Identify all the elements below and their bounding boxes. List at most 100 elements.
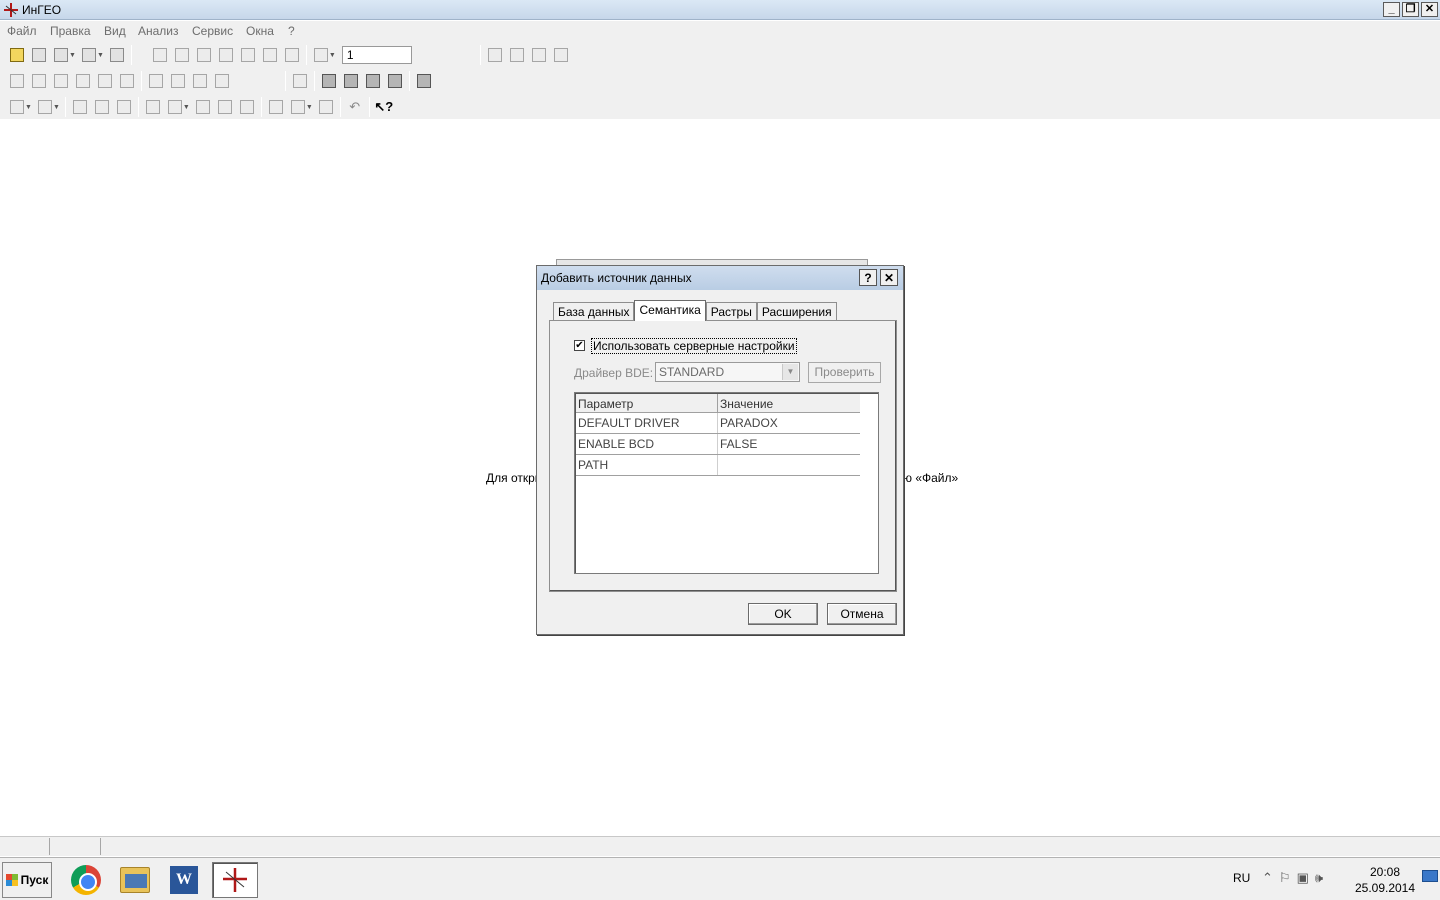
tab-extensions[interactable]: Расширения (756, 302, 837, 321)
bde-driver-label: Драйвер BDE: (574, 366, 654, 380)
legend-icon[interactable] (315, 96, 337, 118)
param-value-cell[interactable]: FALSE (720, 437, 757, 451)
vertex-delete-icon[interactable] (236, 96, 258, 118)
tab-database[interactable]: База данных (553, 302, 635, 321)
split-icon[interactable] (142, 96, 164, 118)
grid-header-value[interactable]: Значение (720, 397, 773, 411)
menu-service[interactable]: Сервис (192, 24, 233, 38)
main-hint-right: ю «Файл» (903, 471, 959, 485)
network-icon[interactable]: ▣ (1297, 870, 1309, 886)
cancel-button[interactable]: Отмена (827, 603, 897, 625)
start-label: Пуск (20, 873, 49, 887)
use-server-settings-checkbox[interactable]: ✔ (574, 340, 585, 351)
grid-header-parameter[interactable]: Параметр (578, 397, 633, 411)
selection-filter-icon[interactable] (211, 70, 233, 92)
pan-hand-icon[interactable] (171, 44, 193, 66)
table-row[interactable]: DEFAULT DRIVER PARADOX (576, 413, 860, 434)
table-row[interactable]: ENABLE BCD FALSE (576, 434, 860, 455)
clock-date: 25.09.2014 (1354, 881, 1416, 895)
tab-semantics[interactable]: Семантика (634, 300, 706, 321)
dialog-title: Добавить источник данных (541, 271, 692, 285)
select-extent-icon[interactable] (149, 44, 171, 66)
invert-selection-icon[interactable] (167, 70, 189, 92)
zoom-full-icon[interactable] (259, 44, 281, 66)
intersect-icon[interactable] (362, 70, 384, 92)
dialog-help-button[interactable]: ? (859, 269, 877, 286)
copy-geometry-icon[interactable] (413, 70, 435, 92)
minimize-button[interactable]: _ (1383, 2, 1400, 17)
scale-input[interactable]: 1 (341, 46, 412, 64)
window-titlebar: ИнГЕО _ ❐ ✕ (0, 0, 1440, 20)
arrow-edit-icon[interactable] (28, 70, 50, 92)
line-select-icon[interactable] (116, 70, 138, 92)
table-row[interactable]: PATH (576, 455, 860, 476)
table-delete-icon[interactable] (506, 44, 528, 66)
tray-expand-icon[interactable]: ⌃ (1262, 870, 1273, 886)
status-panel (0, 838, 50, 855)
check-button[interactable]: Проверить (808, 362, 881, 383)
use-server-settings-label[interactable]: Использовать серверные настройки (591, 338, 797, 354)
select-all-icon[interactable] (145, 70, 167, 92)
main-hint-left: Для откры (486, 471, 544, 485)
move-icon[interactable] (69, 96, 91, 118)
formula-icon[interactable] (528, 44, 550, 66)
menu-edit[interactable]: Правка (50, 24, 91, 38)
table-icon[interactable] (484, 44, 506, 66)
param-name-cell: DEFAULT DRIVER (578, 416, 680, 430)
zoom-in-icon[interactable] (215, 44, 237, 66)
menu-file[interactable]: Файл (7, 24, 37, 38)
zoom-previous-icon[interactable] (281, 44, 303, 66)
union-icon[interactable] (318, 70, 340, 92)
print-icon[interactable] (106, 44, 128, 66)
vertex-add-icon[interactable] (192, 96, 214, 118)
menu-view[interactable]: Вид (104, 24, 126, 38)
file-explorer-icon[interactable] (114, 862, 156, 898)
start-button[interactable]: Пуск (2, 862, 52, 898)
status-bar (0, 836, 1440, 856)
restore-button[interactable]: ❐ (1402, 2, 1419, 17)
rect-select-icon[interactable] (50, 70, 72, 92)
system-tray: ⌃ ⚐ ▣ 🕪 (1262, 870, 1323, 886)
chrome-icon[interactable] (65, 862, 107, 898)
circle-select-icon[interactable] (72, 70, 94, 92)
language-indicator[interactable]: RU (1233, 871, 1250, 885)
clear-selection-icon[interactable] (189, 70, 211, 92)
add-data-source-dialog: Добавить источник данных ? ✕ База данных… (536, 265, 904, 635)
zoom-out-icon[interactable] (237, 44, 259, 66)
layer-edit-icon[interactable] (289, 70, 311, 92)
arrow-select-icon[interactable] (6, 70, 28, 92)
polygon-select-icon[interactable] (94, 70, 116, 92)
undo-icon[interactable]: ↶ (344, 96, 366, 118)
vertex-move-icon[interactable] (214, 96, 236, 118)
bde-driver-select[interactable]: STANDARD ▼ (655, 362, 800, 382)
context-help-icon[interactable]: ↖? (373, 96, 395, 118)
dialog-titlebar: Добавить источник данных ? ✕ (537, 266, 903, 290)
word-icon[interactable]: W (163, 862, 205, 898)
dialog-close-button[interactable]: ✕ (880, 269, 898, 286)
report-icon[interactable] (550, 44, 572, 66)
zoom-window-icon[interactable] (193, 44, 215, 66)
menu-help[interactable]: ? (288, 24, 295, 38)
xor-icon[interactable] (384, 70, 406, 92)
chevron-down-icon[interactable]: ▼ (782, 364, 798, 380)
action-center-flag-icon[interactable]: ⚐ (1279, 870, 1291, 886)
tab-rasters[interactable]: Растры (705, 302, 757, 321)
show-desktop-button[interactable] (1422, 870, 1438, 882)
subtract-icon[interactable] (340, 70, 362, 92)
ingeo-icon[interactable] (212, 862, 258, 898)
open-project-icon[interactable] (6, 44, 28, 66)
param-value-cell[interactable]: PARADOX (720, 416, 778, 430)
rotate-icon[interactable] (91, 96, 113, 118)
scale-object-icon[interactable] (113, 96, 135, 118)
semantics-icon[interactable] (265, 96, 287, 118)
menu-analysis[interactable]: Анализ (138, 24, 179, 38)
toolbar-editing: ▼ ▼ ▼ ▼ ↶ ↖? (6, 95, 395, 119)
ok-button[interactable]: OK (748, 603, 818, 625)
save-icon[interactable] (28, 44, 50, 66)
clock[interactable]: 20:08 25.09.2014 (1352, 864, 1418, 896)
volume-icon[interactable]: 🕪 (1315, 870, 1323, 886)
menu-bar: Файл Правка Вид Анализ Сервис Окна ? (0, 21, 1440, 41)
close-button[interactable]: ✕ (1421, 2, 1438, 17)
menu-windows[interactable]: Окна (246, 24, 274, 38)
param-name-cell: PATH (578, 458, 609, 472)
